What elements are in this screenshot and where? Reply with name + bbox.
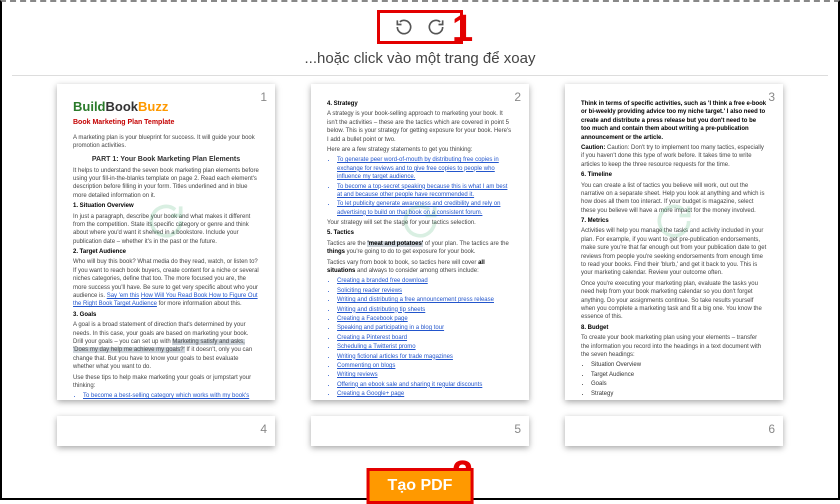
- page-thumbnail-3[interactable]: 3 Think in terms of specific activities,…: [565, 84, 783, 400]
- divider: [12, 75, 828, 76]
- create-pdf-button[interactable]: Tạo PDF: [367, 468, 474, 504]
- page-number: 1: [260, 90, 267, 104]
- doc-subtitle: Book Marketing Plan Template: [73, 118, 259, 128]
- rotate-overlay-icon: [652, 199, 696, 248]
- rotate-overlay-icon: [398, 199, 442, 248]
- page-thumbnail-1[interactable]: 1 BuildBookBuzz Book Marketing Plan Temp…: [57, 84, 275, 400]
- doc-logo: BuildBookBuzz: [73, 98, 259, 116]
- rotate-hint-text: ...hoặc click vào một trang để xoay: [2, 50, 838, 67]
- page-thumbnail-2[interactable]: 2 4. Strategy A strategy is your book-se…: [311, 84, 529, 400]
- rotate-right-button[interactable]: [422, 18, 450, 35]
- page-number: 3: [768, 90, 775, 104]
- rotate-overlay-icon: [144, 199, 188, 248]
- page-thumbnail-6[interactable]: 6: [565, 416, 783, 446]
- rotate-left-button[interactable]: [390, 18, 418, 35]
- rotate-controls-highlight: [377, 10, 463, 44]
- callout-1: 1: [452, 8, 473, 51]
- page-number: 2: [514, 90, 521, 104]
- page-thumbnail-4[interactable]: 4: [57, 416, 275, 446]
- page-thumbnail-5[interactable]: 5: [311, 416, 529, 446]
